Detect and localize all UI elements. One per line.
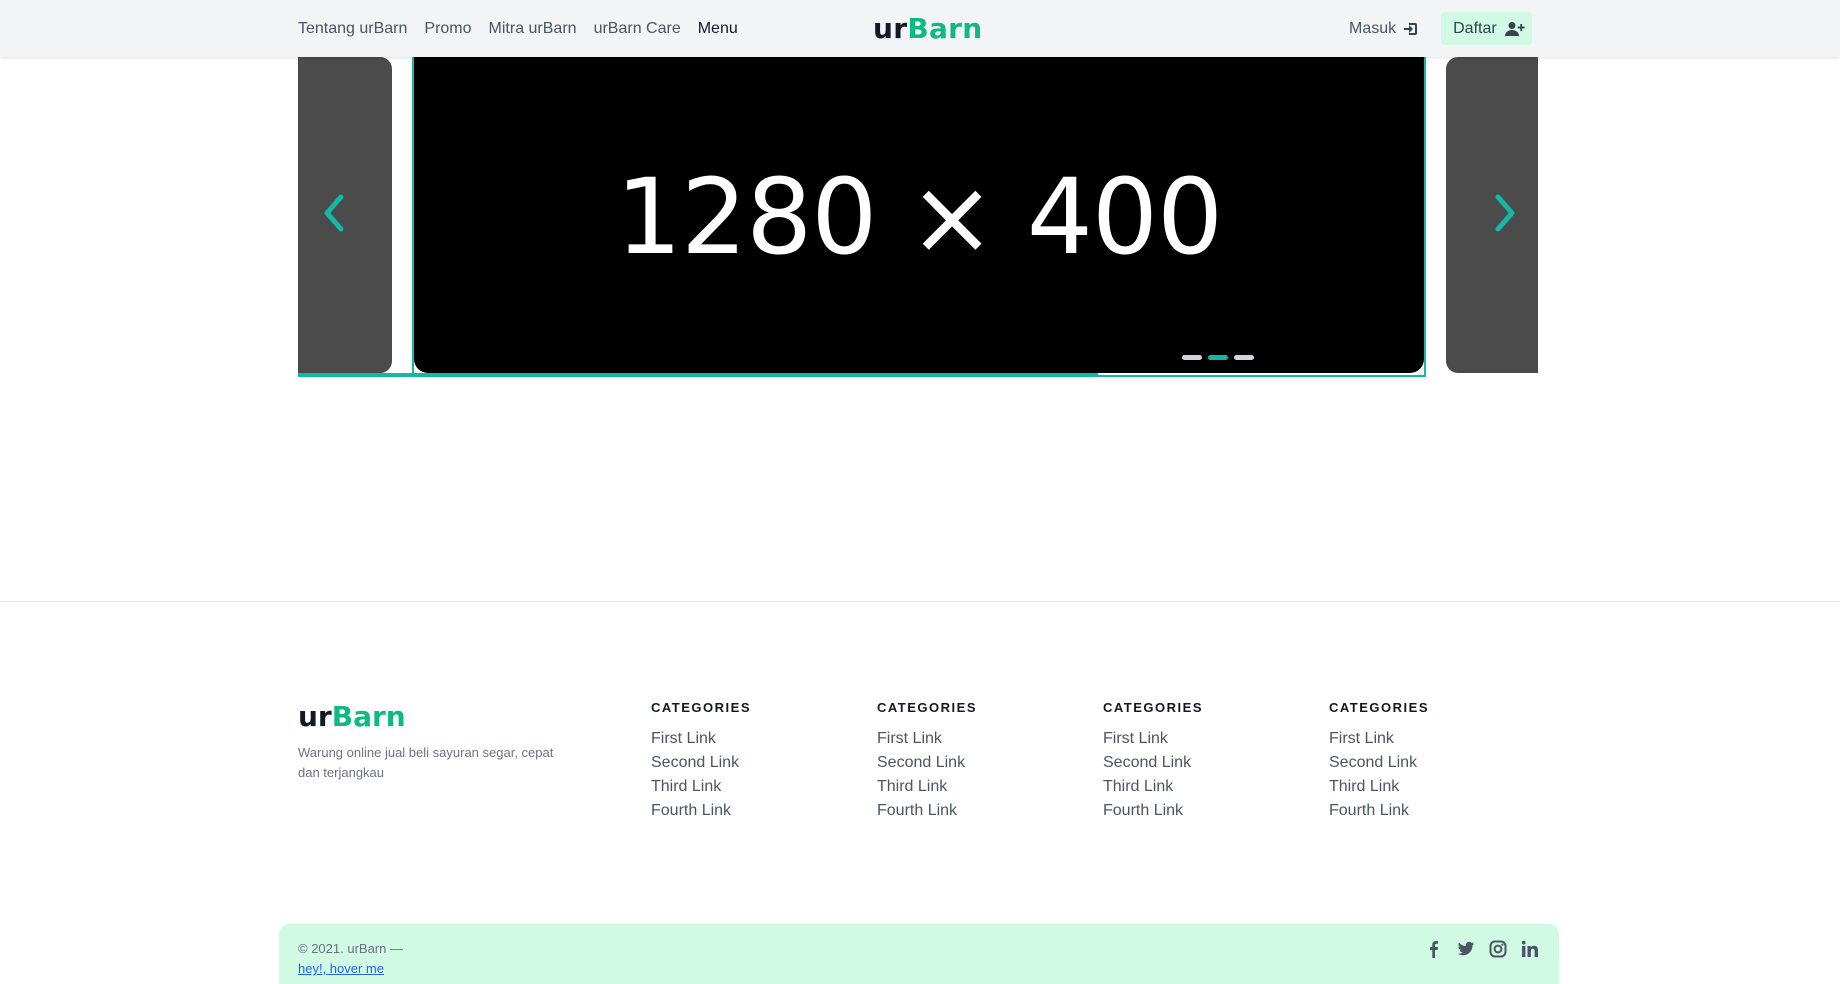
footer-link[interactable]: Third Link	[651, 775, 851, 799]
carousel-dot-3[interactable]	[1234, 355, 1254, 360]
auth-actions: Masuk Daftar	[1349, 12, 1533, 45]
slide-placeholder-text: 1280 × 400	[615, 156, 1223, 278]
footer-brand-part-barn: Barn	[331, 700, 406, 733]
linkedin-icon[interactable]	[1521, 940, 1539, 958]
chevron-right-icon	[1494, 193, 1518, 238]
top-navbar: Tentang urBarn Promo Mitra urBarn urBarn…	[0, 0, 1840, 57]
footer-column-2: CATEGORIES First Link Second Link Third …	[877, 700, 1077, 823]
footer-link[interactable]: Fourth Link	[877, 799, 1077, 823]
footer-link[interactable]: Second Link	[651, 751, 851, 775]
footer-link[interactable]: Fourth Link	[651, 799, 851, 823]
footer-column-title: CATEGORIES	[877, 700, 977, 715]
footer-link[interactable]: First Link	[651, 727, 851, 751]
footer-link[interactable]: Third Link	[1103, 775, 1303, 799]
footer-link[interactable]: First Link	[877, 727, 1077, 751]
footer-link[interactable]: Fourth Link	[1329, 799, 1529, 823]
social-links	[1425, 940, 1539, 958]
login-button[interactable]: Masuk	[1349, 20, 1419, 38]
footer-link[interactable]: Third Link	[1329, 775, 1529, 799]
nav-link-tentang[interactable]: Tentang urBarn	[298, 20, 407, 38]
footer-bottom-bar: © 2021. urBarn — hey!, hover me	[279, 924, 1559, 984]
sign-in-icon	[1403, 21, 1419, 37]
nav-link-mitra[interactable]: Mitra urBarn	[489, 20, 577, 38]
footer-column-1: CATEGORIES First Link Second Link Third …	[651, 700, 851, 823]
hero-carousel: 1280 × 400	[298, 57, 1538, 379]
register-label: Daftar	[1453, 19, 1497, 37]
nav-link-promo[interactable]: Promo	[424, 20, 471, 38]
user-plus-icon	[1504, 21, 1525, 37]
footer-column-title: CATEGORIES	[1103, 700, 1203, 715]
instagram-icon[interactable]	[1489, 940, 1507, 958]
chevron-left-icon	[321, 193, 345, 238]
footer-column-title: CATEGORIES	[1329, 700, 1429, 715]
carousel-next-button[interactable]	[1488, 193, 1524, 237]
footer-column-3: CATEGORIES First Link Second Link Third …	[1103, 700, 1303, 823]
carousel-dot-2[interactable]	[1208, 355, 1228, 360]
brand-part-barn: Barn	[907, 12, 983, 45]
carousel-indicators	[1182, 355, 1254, 360]
footer-link[interactable]: First Link	[1329, 727, 1529, 751]
active-slide[interactable]: 1280 × 400	[414, 57, 1424, 373]
footer-column-4: CATEGORIES First Link Second Link Third …	[1329, 700, 1529, 823]
nav-menu-dropdown[interactable]: Menu	[698, 20, 738, 38]
carousel-dot-1[interactable]	[1182, 355, 1202, 360]
footer-link[interactable]: Second Link	[1103, 751, 1303, 775]
footer-link[interactable]: Fourth Link	[1103, 799, 1303, 823]
footer-brand-logo[interactable]: urBarn	[298, 700, 406, 733]
brand-logo[interactable]: urBarn	[873, 12, 983, 45]
autoplay-progress-bar	[298, 373, 1098, 377]
nav-link-care[interactable]: urBarn Care	[594, 20, 681, 38]
section-divider	[0, 601, 1840, 602]
footer-column-title: CATEGORIES	[651, 700, 751, 715]
carousel-prev-button[interactable]	[315, 193, 351, 237]
brand-part-ur: ur	[873, 12, 908, 45]
nav-links: Tentang urBarn Promo Mitra urBarn urBarn…	[298, 0, 738, 57]
footer-description: Warung online jual beli sayuran segar, c…	[298, 745, 554, 780]
autoplay-progress-track	[298, 373, 1538, 377]
footer-link[interactable]: Second Link	[1329, 751, 1529, 775]
twitter-icon[interactable]	[1457, 940, 1475, 958]
copyright-text: © 2021. urBarn —	[298, 941, 403, 956]
footer-link[interactable]: Second Link	[877, 751, 1077, 775]
footer-link[interactable]: Third Link	[877, 775, 1077, 799]
facebook-icon[interactable]	[1425, 940, 1443, 958]
register-button[interactable]: Daftar	[1441, 12, 1533, 45]
login-label: Masuk	[1349, 19, 1397, 37]
footer-brand-part-ur: ur	[298, 700, 332, 733]
footer-link[interactable]: First Link	[1103, 727, 1303, 751]
